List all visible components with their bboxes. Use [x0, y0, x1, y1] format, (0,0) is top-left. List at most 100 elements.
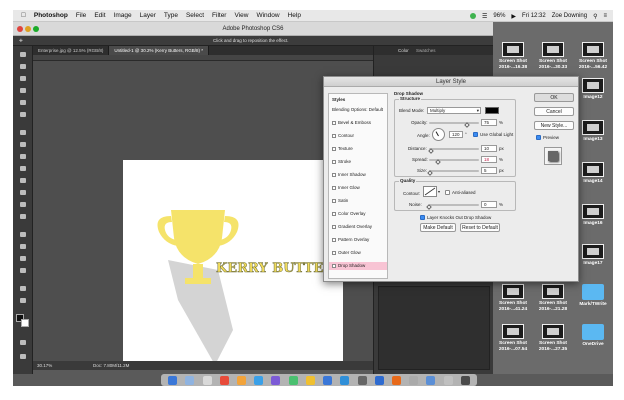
- layers-panel[interactable]: [378, 286, 490, 370]
- distance-slider[interactable]: [429, 148, 479, 150]
- style-item-stroke[interactable]: Stroke: [329, 158, 387, 166]
- dock-app-icon[interactable]: [426, 375, 436, 385]
- dock-app-icon[interactable]: [340, 375, 350, 385]
- size-slider[interactable]: [429, 170, 479, 172]
- zoom-window-icon[interactable]: [33, 26, 39, 32]
- canvas[interactable]: KERRY BUTTERS: [123, 160, 343, 370]
- angle-input[interactable]: 120: [449, 131, 463, 138]
- dock-app-icon[interactable]: [391, 375, 401, 385]
- dock-app-icon[interactable]: [443, 375, 453, 385]
- lasso-tool-icon[interactable]: [17, 74, 29, 83]
- shadow-color-swatch[interactable]: [485, 107, 499, 114]
- eyedropper-tool-icon[interactable]: [17, 110, 29, 119]
- tab-enterprise[interactable]: Enterprise.jpg @ 12.5% (RGB/8): [33, 46, 110, 55]
- brush-tool-icon[interactable]: [17, 140, 29, 149]
- dock-app-icon[interactable]: [409, 375, 419, 385]
- style-checkbox[interactable]: [332, 185, 336, 190]
- pen-tool-icon[interactable]: [17, 230, 29, 239]
- angle-dial[interactable]: [432, 128, 445, 141]
- menu-help[interactable]: Help: [288, 12, 301, 19]
- style-item-drop-shadow[interactable]: Drop Shadow: [329, 262, 387, 270]
- doc-size[interactable]: Doc: 7.80M/11.2M: [93, 361, 129, 370]
- dock-app-icon[interactable]: [357, 375, 367, 385]
- spotlight-search-icon[interactable]: ⚲: [593, 13, 597, 20]
- cancel-button[interactable]: Cancel: [534, 107, 574, 116]
- eraser-tool-icon[interactable]: [17, 176, 29, 185]
- anti-aliased-checkbox[interactable]: [445, 190, 450, 195]
- dodge-tool-icon[interactable]: [17, 212, 29, 221]
- opacity-input[interactable]: 75: [481, 119, 497, 126]
- menu-view[interactable]: View: [234, 12, 248, 19]
- menu-window[interactable]: Window: [256, 12, 279, 19]
- contour-picker[interactable]: [423, 186, 437, 197]
- style-item-inner-shadow[interactable]: Inner Shadow: [329, 171, 387, 179]
- quick-select-tool-icon[interactable]: [17, 86, 29, 95]
- dock-app-icon[interactable]: [168, 375, 178, 385]
- dock-app-icon[interactable]: [271, 375, 281, 385]
- menu-app-name[interactable]: Photoshop: [34, 12, 68, 19]
- tab-untitled-1[interactable]: Untitled-1 @ 30.2% (Kerry Butters, RGB/8…: [109, 46, 209, 55]
- user-name[interactable]: Zoe Downing: [552, 13, 587, 19]
- battery-level[interactable]: 96%: [493, 13, 505, 19]
- dock-app-icon[interactable]: [254, 375, 264, 385]
- knocks-out-checkbox[interactable]: [420, 215, 425, 220]
- dock-app-icon[interactable]: [288, 375, 298, 385]
- use-global-light-checkbox[interactable]: [473, 132, 478, 137]
- type-tool-icon[interactable]: [17, 242, 29, 251]
- style-checkbox[interactable]: [332, 198, 336, 203]
- crop-tool-icon[interactable]: [17, 98, 29, 107]
- style-checkbox[interactable]: [332, 172, 336, 177]
- tab-color[interactable]: Color: [398, 48, 409, 53]
- noise-input[interactable]: 0: [481, 201, 497, 208]
- dock-app-icon[interactable]: [236, 375, 246, 385]
- clone-stamp-tool-icon[interactable]: [17, 152, 29, 161]
- desktop-icon[interactable]: Screen Shot 2016-...30.33: [533, 42, 573, 74]
- dock-app-icon[interactable]: [305, 375, 315, 385]
- window-title-bar[interactable]: Adobe Photoshop CS6: [13, 22, 493, 36]
- menu-layer[interactable]: Layer: [140, 12, 156, 19]
- move-tool-icon[interactable]: ✚: [19, 36, 23, 46]
- desktop-icon[interactable]: Image16: [573, 204, 613, 236]
- desktop-icon[interactable]: Screen Shot 2016-...27.35: [533, 324, 573, 356]
- style-checkbox[interactable]: [332, 133, 336, 138]
- desktop-icon[interactable]: OneDrive: [573, 324, 613, 356]
- menu-image[interactable]: Image: [114, 12, 132, 19]
- dock-app-icon[interactable]: [374, 375, 384, 385]
- style-item-bevel-emboss[interactable]: Bevel & Emboss: [329, 119, 387, 127]
- desktop-icon[interactable]: Screen Shot 2016-...16.38: [493, 42, 533, 74]
- opacity-slider[interactable]: [429, 122, 479, 124]
- styles-header[interactable]: Styles: [329, 96, 387, 104]
- style-checkbox[interactable]: [332, 159, 336, 164]
- style-checkbox[interactable]: [332, 263, 336, 268]
- status-green-icon[interactable]: [470, 13, 476, 19]
- desktop-icon[interactable]: Screen Shot 2016-...41.24: [493, 284, 533, 316]
- size-input[interactable]: 5: [481, 167, 497, 174]
- desktop-icon[interactable]: Screen Shot 2016-...07.54: [493, 324, 533, 356]
- marquee-tool-icon[interactable]: [17, 62, 29, 71]
- move-tool-icon[interactable]: [17, 50, 29, 59]
- reset-to-default-button[interactable]: Reset to Default: [460, 223, 500, 232]
- menu-filter[interactable]: Filter: [212, 12, 226, 19]
- desktop-icon[interactable]: Screen Shot 2016-...56.42: [573, 42, 613, 74]
- blur-tool-icon[interactable]: [17, 200, 29, 209]
- style-checkbox[interactable]: [332, 237, 336, 242]
- hand-tool-icon[interactable]: [17, 284, 29, 293]
- tab-swatches[interactable]: Swatches: [416, 48, 436, 53]
- menu-select[interactable]: Select: [186, 12, 204, 19]
- wifi-icon[interactable]: ☰: [482, 13, 487, 20]
- screen-mode-icon[interactable]: [17, 352, 29, 361]
- close-window-icon[interactable]: [17, 26, 23, 32]
- desktop-icon[interactable]: Screen Shot 2016-...21.28: [533, 284, 573, 316]
- path-select-tool-icon[interactable]: [17, 254, 29, 263]
- gradient-tool-icon[interactable]: [17, 188, 29, 197]
- dock-app-icon[interactable]: [460, 375, 470, 385]
- desktop-icon[interactable]: Image14: [573, 162, 613, 194]
- blend-mode-select[interactable]: Multiply ▾: [427, 107, 481, 114]
- style-item-color-overlay[interactable]: Color Overlay: [329, 210, 387, 218]
- style-item-gradient-overlay[interactable]: Gradient Overlay: [329, 223, 387, 231]
- style-item-blending-options-default[interactable]: Blending Options: Default: [329, 106, 387, 114]
- desktop-icon[interactable]: Image12: [573, 78, 613, 110]
- desktop-icon[interactable]: Image17: [573, 244, 613, 276]
- opacity-slider-handle[interactable]: [463, 122, 470, 128]
- ok-button[interactable]: OK: [534, 93, 574, 102]
